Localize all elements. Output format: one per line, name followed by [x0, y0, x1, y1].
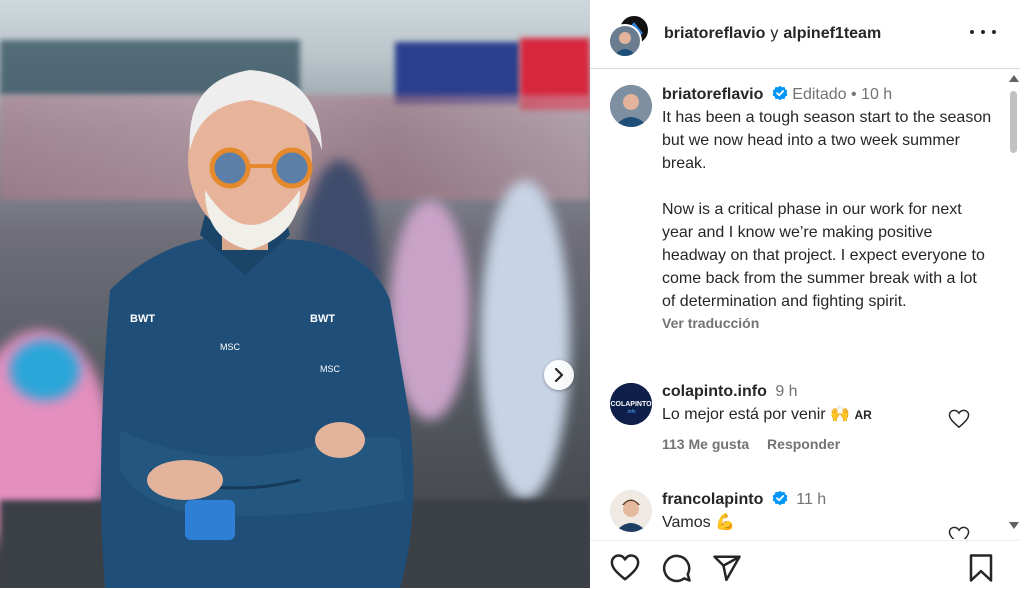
svg-text:BWT: BWT	[130, 313, 155, 325]
comment-item: francolapinto 11 h Vamos 💪	[610, 490, 1000, 539]
post-photo[interactable]: BWT BWT MSC MSC	[0, 0, 590, 588]
svg-text:COLAPINTO: COLAPINTO	[610, 401, 652, 408]
more-options-icon	[970, 30, 974, 34]
more-options-icon	[981, 30, 985, 34]
avatar[interactable]	[610, 490, 652, 532]
heart-icon[interactable]	[610, 553, 640, 583]
svg-text:MSC: MSC	[220, 342, 241, 352]
author-connector: y	[770, 25, 779, 42]
scrollbar[interactable]	[1006, 69, 1020, 539]
author-link-2[interactable]: alpinef1team	[783, 25, 881, 42]
caption-text: It has been a tough season start to the …	[662, 106, 992, 313]
avatar[interactable]	[610, 85, 652, 127]
caption-paragraph: Now is a critical phase in our work for …	[662, 201, 985, 310]
likes-count[interactable]: 113 Me gusta	[662, 436, 749, 452]
comment-message: Vamos 💪	[662, 514, 735, 531]
flag-label: AR	[854, 408, 872, 422]
more-options-button[interactable]	[970, 20, 996, 44]
comment-username[interactable]: colapinto.info	[662, 383, 767, 400]
svg-text:.info: .info	[626, 409, 636, 415]
heart-icon[interactable]	[948, 409, 970, 429]
post-authors: briatoreflavio y alpinef1team	[664, 25, 881, 43]
collab-avatars[interactable]	[608, 14, 650, 58]
avatar[interactable]: COLAPINTO .info	[610, 383, 652, 425]
post-action-bar	[590, 540, 1020, 589]
profile-photo-icon	[610, 490, 652, 532]
verified-badge-icon	[772, 490, 788, 506]
svg-text:BWT: BWT	[310, 313, 335, 325]
chevron-right-icon	[554, 368, 564, 382]
bookmark-icon[interactable]	[966, 553, 996, 583]
edited-label: Editado	[792, 86, 847, 103]
caption-username[interactable]: briatoreflavio	[662, 86, 763, 103]
scroll-down-arrow-icon[interactable]	[1009, 522, 1019, 529]
comment-time[interactable]: 9 h	[775, 383, 797, 400]
comment-username[interactable]: francolapinto	[662, 491, 763, 508]
verified-badge-icon	[772, 85, 788, 101]
comment-item: COLAPINTO .info colapinto.info 9 h Lo me…	[610, 383, 1000, 473]
comment-body: francolapinto 11 h Vamos 💪	[662, 490, 992, 532]
person-figure: BWT BWT MSC MSC	[101, 70, 414, 588]
reply-button[interactable]: Responder	[767, 436, 840, 452]
comment-body: colapinto.info 9 h Lo mejor está por ven…	[662, 383, 992, 452]
heart-icon[interactable]	[948, 526, 970, 539]
profile-photo-icon	[614, 32, 636, 56]
comment-message: Lo mejor está por venir 🙌	[662, 406, 850, 423]
see-translation-link[interactable]: Ver traducción	[662, 315, 992, 331]
comments-scroll-area[interactable]: briatoreflavio Editado • 10 h It has bee…	[590, 69, 1006, 539]
share-icon[interactable]	[712, 553, 742, 583]
profile-photo-icon	[610, 85, 652, 127]
post-details-panel: briatoreflavio y alpinef1team briatoreflav…	[590, 0, 1024, 588]
next-image-button[interactable]	[544, 360, 574, 390]
caption-paragraph: It has been a tough season start to the …	[662, 109, 992, 172]
comment-time[interactable]: 11 h	[796, 491, 826, 508]
colapinto-info-logo-icon: COLAPINTO .info	[610, 383, 652, 425]
scroll-up-arrow-icon[interactable]	[1009, 75, 1019, 82]
meta-separator: •	[850, 86, 857, 103]
comment-actions: 113 Me gusta Responder	[662, 436, 992, 452]
more-options-icon	[992, 30, 996, 34]
scrollbar-thumb[interactable]	[1010, 91, 1017, 153]
caption-time[interactable]: 10 h	[861, 86, 892, 103]
author-link-1[interactable]: briatoreflavio	[664, 25, 765, 42]
comment-text: Lo mejor está por venir 🙌 AR	[662, 404, 992, 424]
post-header: briatoreflavio y alpinef1team	[590, 0, 1020, 69]
svg-text:MSC: MSC	[320, 364, 341, 374]
caption-body: briatoreflavio Editado • 10 h It has bee…	[662, 85, 992, 331]
comment-icon[interactable]	[662, 553, 692, 583]
caption-item: briatoreflavio Editado • 10 h It has bee…	[610, 85, 1000, 365]
avatar-briatore[interactable]	[608, 24, 642, 58]
